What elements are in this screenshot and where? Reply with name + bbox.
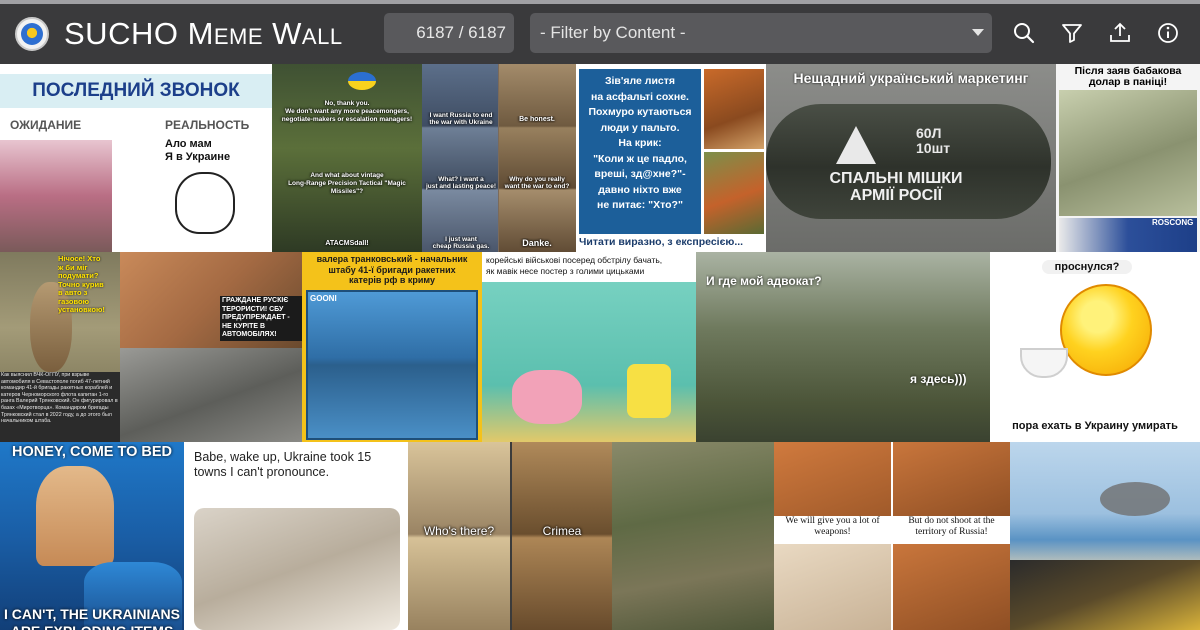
meme-caption-top: HONEY, COME TO BED <box>11 444 173 460</box>
meme-title: Після заяв бабакова долар в паніці! <box>1074 66 1182 88</box>
meme-caption-left: We will give you a lot of weapons! <box>785 516 880 537</box>
terrorists-caption: ГРАЖДАНЕ РУСКІЄ ТЕРОРИСТИ! СБУ ПРЕДУПРЕЖ… <box>220 296 302 341</box>
spongebob-figure <box>627 364 671 418</box>
gooni-logo: GOONI <box>310 294 337 303</box>
meme-tile-cats[interactable]: We will give you a lot of weapons! But d… <box>774 442 1010 630</box>
burned-car-photo <box>120 348 302 442</box>
zelensky-photos <box>499 64 576 252</box>
meme-tile-spongebob[interactable]: корейські військові посеред обстрілу бач… <box>482 252 696 442</box>
filter-placeholder: - Filter by Content - <box>540 23 686 42</box>
poem-footer: Читати виразно, з експресією... <box>579 236 744 248</box>
logo-emblem <box>21 23 43 45</box>
terrorists-news-text: Как выяснил ВЧК-ОГПУ, при взрыве автомоб… <box>1 372 118 425</box>
meme-caption: корейські військові посеред обстрілу бач… <box>482 252 696 282</box>
meme-tile-advokat[interactable]: И где мой адвокат? я здесь))) <box>696 252 990 442</box>
filter-icon[interactable] <box>1059 20 1085 46</box>
site-title[interactable]: SUCHO Meme Wall <box>64 14 343 54</box>
meme-label-reality: РЕАЛЬНОСТЬ <box>165 118 250 132</box>
poem-text: Зів'яле листя на асфальті сохне. Похмуро… <box>588 75 692 211</box>
upload-icon[interactable] <box>1107 20 1133 46</box>
bag-size-label: 60Л 10шт <box>916 126 951 156</box>
smoke-cloud <box>1100 482 1170 516</box>
meme-tile-smiley[interactable]: проснулся? пора ехать в Украину умирать <box>990 252 1200 442</box>
meme-tile-beach-explosion[interactable] <box>1010 442 1200 630</box>
meme-caption-r2: Why do you really want the war to end? <box>504 176 570 190</box>
meme-caption-right: But do not shoot at the territory of Rus… <box>908 516 995 537</box>
meme-caption-bottom: пора ехать в Украину умирать <box>1012 420 1178 432</box>
meme-counter: 6187 / 6187 <box>384 13 514 53</box>
squirrel-photo-bottom <box>704 152 764 234</box>
coffee-cup <box>1020 348 1068 378</box>
meme-tile-scholz[interactable]: I want Russia to end the war with Ukrain… <box>422 64 576 252</box>
info-icon[interactable] <box>1155 20 1181 46</box>
ukraine-flag-badge <box>348 72 376 90</box>
meme-caption-top: проснулся? <box>1042 260 1132 274</box>
meme-tile-honey[interactable]: HONEY, COME TO BED I CAN'T, THE UKRAINIA… <box>0 442 184 630</box>
meme-tile-putin-phone[interactable]: Who's there? Crimea <box>408 442 612 630</box>
roscong-label: ROSCONG <box>1152 218 1194 227</box>
meme-caption-mid: я здесь))) <box>910 372 967 386</box>
meme-title: Нещадний український маркетинг <box>793 70 1029 86</box>
content-filter-select[interactable]: - Filter by Content - <box>530 13 992 53</box>
cat-photo-3 <box>774 544 891 630</box>
patrick-figure <box>512 370 582 424</box>
dollar-bill-image <box>1059 90 1197 216</box>
cat-photo-2 <box>893 442 1010 516</box>
meme-caption-l3: I just want cheap Russia gas. <box>432 236 490 250</box>
woman-figure <box>36 466 114 566</box>
meme-title: ПОСЛЕДНИЙ ЗВОНОК <box>0 74 272 108</box>
meme-caption-2: And what about vintage Long-Range Precis… <box>288 172 406 195</box>
meme-caption: валера транковський - начальник штабу 41… <box>316 254 468 285</box>
meme-caption: Babe, wake up, Ukraine took 15 towns I c… <box>194 450 372 479</box>
car-window-photo <box>306 290 478 440</box>
meme-caption-3: ATACMSdall! <box>325 240 369 247</box>
cat-photo-1 <box>774 442 891 516</box>
meme-tile-leaves-poem[interactable]: Зів'яле листя на асфальті сохне. Похмуро… <box>576 64 766 252</box>
scholz-photos <box>422 64 498 252</box>
meme-tile-gandalf[interactable]: No, thank you. We don't want any more pe… <box>272 64 422 252</box>
meme-caption-l2: What? I want a just and lasting peace! <box>425 176 497 190</box>
meme-caption-r3: Danke. <box>522 238 552 248</box>
meme-caption-l1: I want Russia to end the war with Ukrain… <box>429 112 493 126</box>
star-emblem <box>836 126 876 164</box>
meme-label-expectation: ОЖИДАНИЕ <box>10 118 82 132</box>
smiley-face <box>1060 284 1152 376</box>
meme-tile-trankovsky[interactable]: валера транковський - начальник штабу 41… <box>302 252 482 442</box>
meme-tile-captured-soldiers[interactable] <box>612 442 774 630</box>
rage-face-drawing <box>175 172 235 234</box>
top-bar: SUCHO Meme Wall 6187 / 6187 - Filter by … <box>0 0 1200 64</box>
leo-pointing-photo <box>1010 560 1200 630</box>
squirrel-photo-top <box>704 69 764 149</box>
couple-in-bed-photo <box>194 508 400 630</box>
meme-caption-1: No, thank you. We don't want any more pe… <box>281 100 413 123</box>
owl-caption: Нічосе! Хто ж би міг подумати? Точно кур… <box>58 255 105 314</box>
meme-tile-terrorists-car[interactable]: ГРАЖДАНЕ РУСКІЄ ТЕРОРИСТИ! СБУ ПРЕДУПРЕЖ… <box>120 252 302 442</box>
schoolgirls-photo <box>0 140 112 252</box>
meme-caption-question: Who's there? <box>423 524 495 538</box>
search-icon[interactable] <box>1011 20 1037 46</box>
chevron-down-icon <box>972 29 984 36</box>
meme-tile-babakov[interactable]: Після заяв бабакова долар в паніці! ROSC… <box>1056 64 1200 252</box>
cat-photo-4 <box>893 544 1010 630</box>
sucho-logo[interactable] <box>15 17 49 51</box>
meme-caption-answer: Crimea <box>542 524 582 538</box>
meme-tile-babe-wake-up[interactable]: Babe, wake up, Ukraine took 15 towns I c… <box>184 442 408 630</box>
meme-quote: Ало мам Я в Украине <box>165 138 231 163</box>
bag-label: СПАЛЬНІ МІШКИ АРМІЇ РОСІЇ <box>829 170 963 204</box>
meme-caption-top: И где мой адвокат? <box>706 274 822 288</box>
meme-caption-bottom: I CAN'T, THE UKRAINIANS ARE EXPLODING IT… <box>4 606 180 630</box>
meme-tile-marketing[interactable]: Нещадний український маркетинг 60Л 10шт … <box>766 64 1056 252</box>
meme-tile-posledniy-zvonok[interactable]: ПОСЛЕДНИЙ ЗВОНОК ОЖИДАНИЕ РЕАЛЬНОСТЬ Ало… <box>0 64 272 252</box>
meme-caption-r1: Be honest. <box>519 116 555 123</box>
